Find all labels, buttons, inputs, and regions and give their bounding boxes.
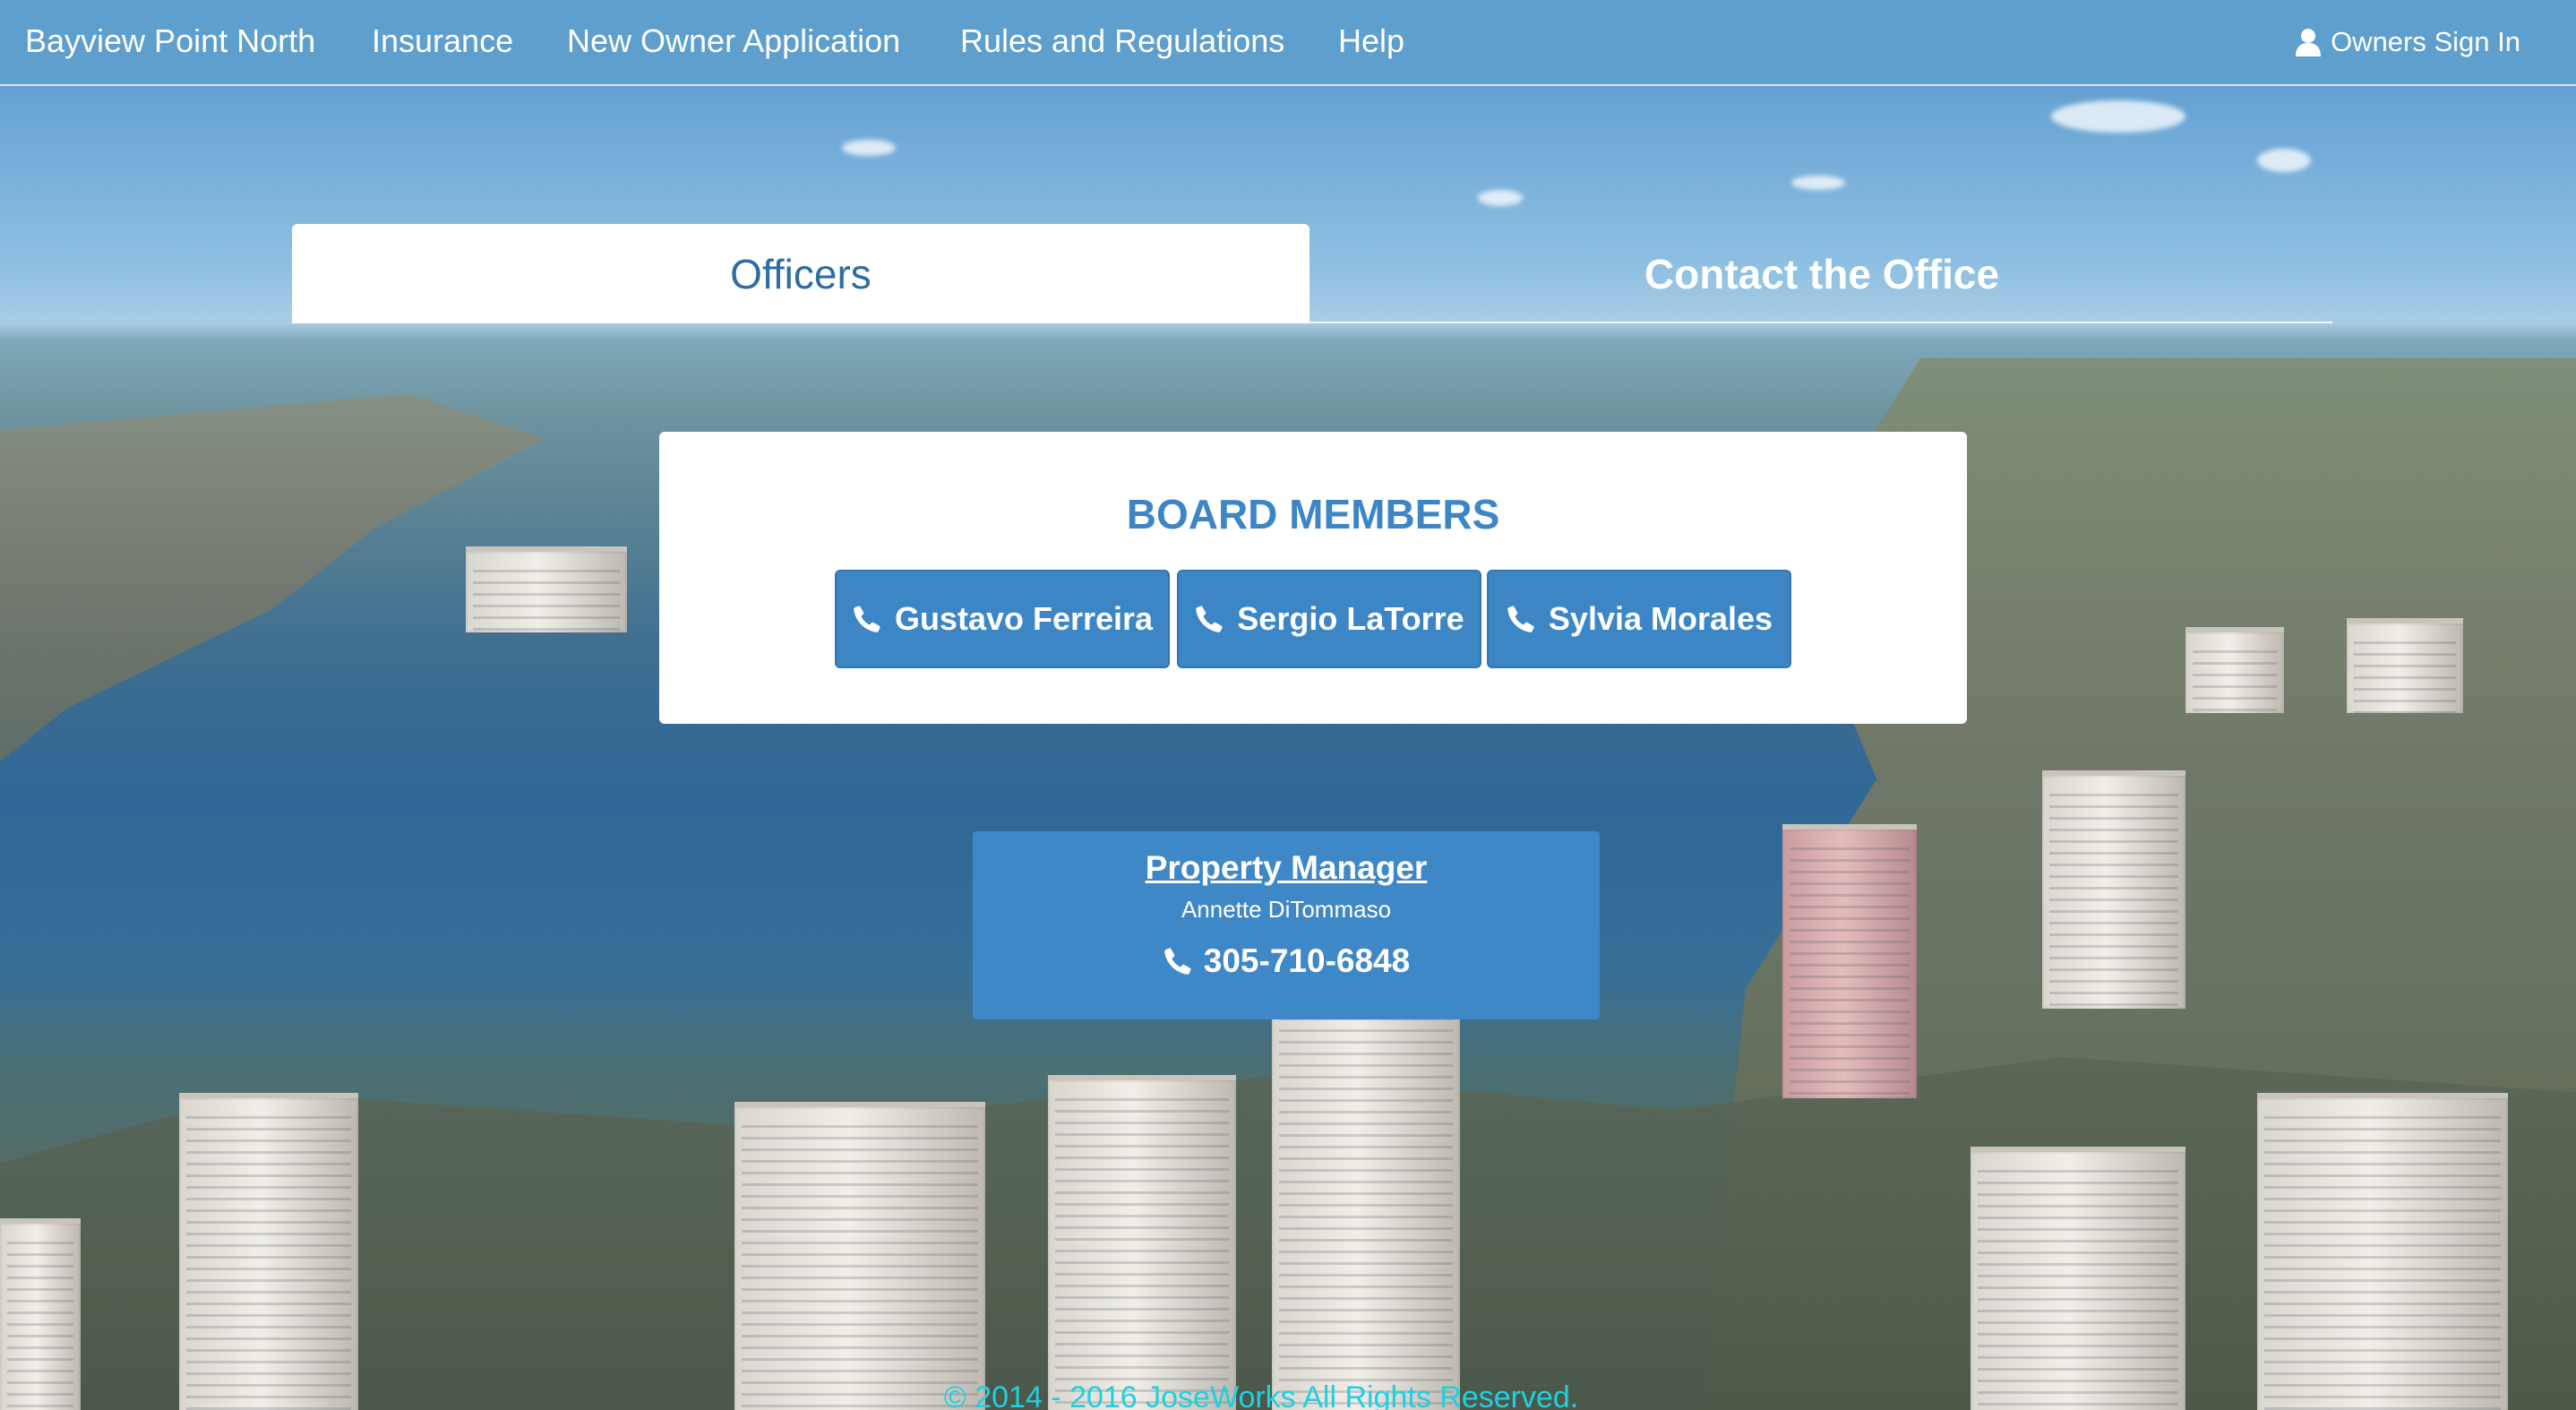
phone-icon	[854, 606, 880, 632]
tab-contact-label: Contact the Office	[1644, 250, 2000, 297]
tab-officers[interactable]: Officers	[292, 224, 1309, 323]
board-member-button-sergio-latorre[interactable]: Sergio LaTorre	[1177, 570, 1481, 668]
tab-officers-label: Officers	[730, 250, 872, 297]
nav-link-help[interactable]: Help	[1338, 20, 1404, 63]
board-member-button-sylvia-morales[interactable]: Sylvia Morales	[1487, 570, 1791, 668]
owners-sign-in-label: Owners Sign In	[2331, 26, 2520, 57]
property-manager-phone-number: 305-710-6848	[1203, 942, 1411, 979]
nav-link-rules-and-regulations[interactable]: Rules and Regulations	[960, 20, 1284, 63]
board-members-title: BOARD MEMBERS	[1126, 491, 1500, 537]
board-member-name: Sylvia Morales	[1548, 600, 1773, 637]
nav-link-insurance[interactable]: Insurance	[372, 20, 513, 63]
phone-icon	[1196, 606, 1223, 632]
nav-brand[interactable]: Bayview Point North	[25, 20, 315, 63]
property-manager-phone[interactable]: 305-710-6848	[973, 941, 1600, 982]
top-navbar: Bayview Point North Insurance New Owner …	[0, 0, 2576, 86]
board-members-panel: BOARD MEMBERS Gustavo Ferreira Sergio La…	[659, 432, 1967, 724]
board-member-name: Gustavo Ferreira	[894, 600, 1154, 637]
tab-contact-the-office[interactable]: Contact the Office	[1311, 224, 2332, 323]
footer-copyright: © 2014 - 2016 JoseWorks All Rights Reser…	[943, 1380, 1579, 1410]
property-manager-title[interactable]: Property Manager	[973, 847, 1600, 889]
phone-icon	[1507, 606, 1534, 632]
user-icon	[2296, 29, 2322, 56]
owners-sign-in-link[interactable]: Owners Sign In	[2295, 23, 2520, 61]
page: Bayview Point North Insurance New Owner …	[0, 0, 2576, 1410]
property-manager-box[interactable]: Property Manager Annette DiTommaso 305-7…	[973, 831, 1600, 1019]
board-member-button-gustavo-ferreira[interactable]: Gustavo Ferreira	[835, 570, 1170, 668]
phone-icon	[1164, 948, 1191, 975]
property-manager-name: Annette DiTommaso	[1181, 896, 1392, 923]
nav-link-new-owner-application[interactable]: New Owner Application	[567, 20, 900, 63]
board-member-name: Sergio LaTorre	[1237, 600, 1464, 637]
